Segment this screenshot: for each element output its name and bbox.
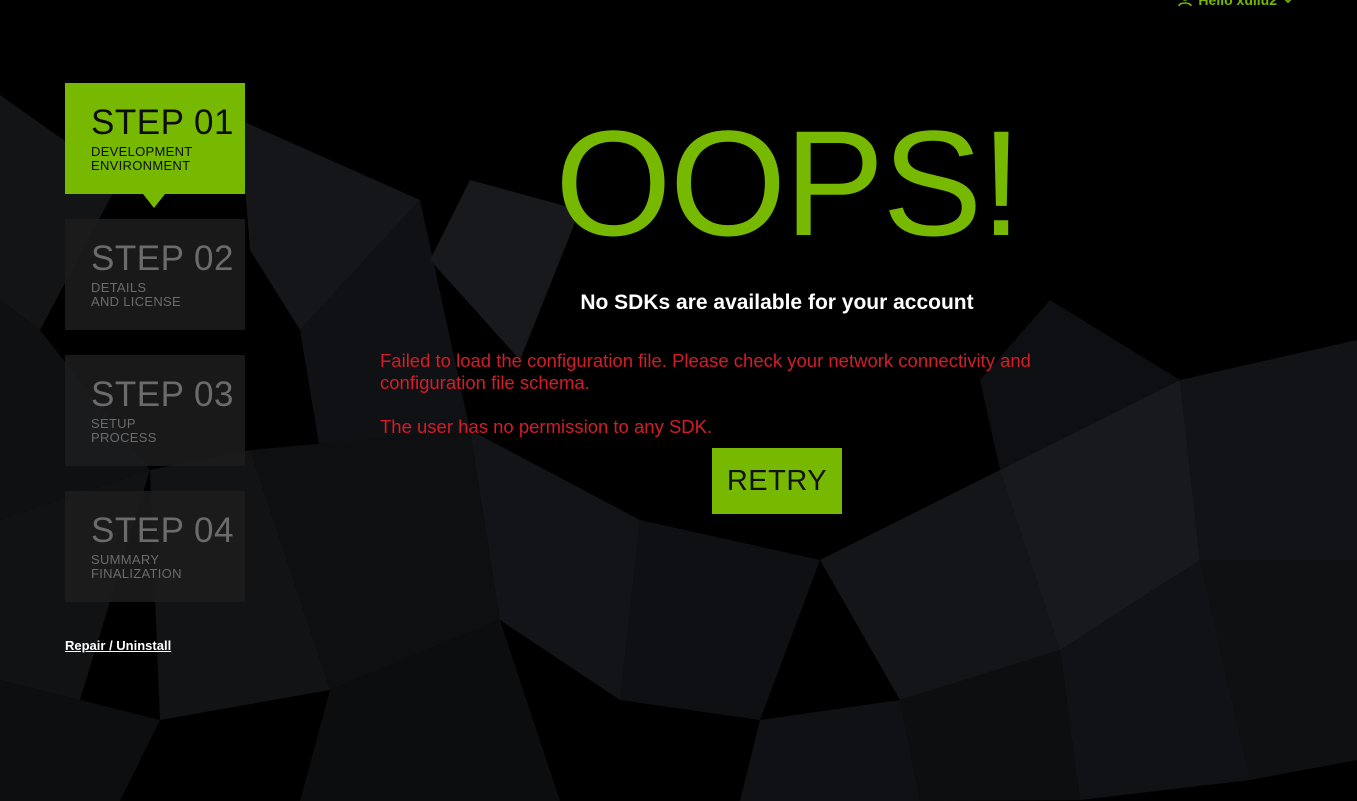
- step-number: STEP 02: [91, 239, 234, 278]
- step-number: STEP 03: [91, 375, 234, 414]
- step-02[interactable]: STEP 02 DETAILS AND LICENSE: [65, 219, 245, 330]
- step-label: SUMMARY FINALIZATION: [91, 552, 182, 581]
- no-sdks-message: No SDKs are available for your account: [580, 291, 974, 314]
- step-number: STEP 01: [91, 103, 234, 142]
- error-messages: Failed to load the configuration file. P…: [380, 350, 1140, 438]
- user-icon: [1178, 0, 1193, 7]
- chevron-down-icon: [1284, 0, 1292, 4]
- user-greeting: Hello xuliu2: [1198, 0, 1277, 8]
- step-03[interactable]: STEP 03 SETUP PROCESS: [65, 355, 245, 466]
- oops-headline: OOPS!: [555, 99, 1022, 267]
- step-01[interactable]: STEP 01 DEVELOPMENT ENVIRONMENT: [65, 83, 245, 208]
- step-label: DEVELOPMENT ENVIRONMENT: [91, 144, 193, 173]
- retry-button[interactable]: RETRY: [712, 448, 842, 514]
- step-label: SETUP PROCESS: [91, 416, 157, 445]
- user-menu[interactable]: Hello xuliu2: [1178, 0, 1293, 8]
- step-label: DETAILS AND LICENSE: [91, 280, 181, 309]
- permission-error-text: The user has no permission to any SDK.: [380, 416, 713, 437]
- repair-uninstall-link[interactable]: Repair / Uninstall: [65, 638, 171, 653]
- step-number: STEP 04: [91, 511, 234, 550]
- config-error-text: Failed to load the configuration file. P…: [380, 350, 1031, 393]
- step-04[interactable]: STEP 04 SUMMARY FINALIZATION: [65, 491, 245, 602]
